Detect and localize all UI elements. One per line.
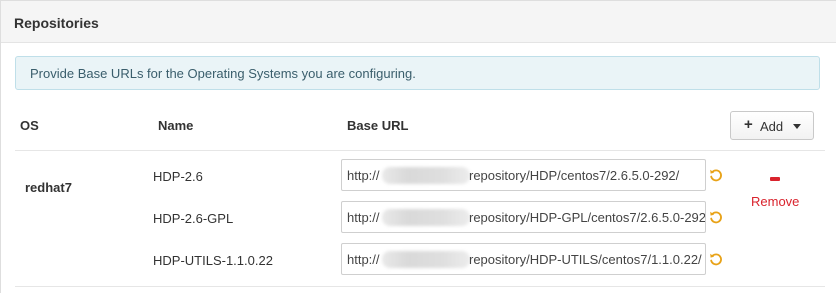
repositories-panel: Repositories Provide Base URLs for the O… [0, 0, 836, 293]
repo-name: HDP-2.6-GPL [153, 211, 234, 226]
undo-icon[interactable] [709, 168, 723, 182]
column-header-name: Name [158, 118, 194, 133]
redacted-host [382, 209, 470, 226]
url-path: repository/HDP-UTILS/centos7/1.1.0.22/ [469, 252, 702, 267]
repo-name: HDP-UTILS-1.1.0.22 [153, 253, 273, 268]
url-prefix: http:// [347, 252, 380, 267]
caret-down-icon [793, 124, 801, 129]
url-path: repository/HDP-GPL/centos7/2.6.5.0-292/ [469, 210, 706, 225]
column-header-base-url: Base URL [347, 118, 409, 133]
column-header-os: OS [20, 118, 39, 133]
os-name: redhat7 [25, 180, 72, 195]
table-divider [15, 150, 825, 151]
add-os-button[interactable]: + Add [730, 111, 814, 140]
alert-text: Provide Base URLs for the Operating Syst… [30, 66, 416, 81]
panel-title: Repositories [14, 15, 99, 31]
redacted-host [382, 167, 470, 184]
repo-name: HDP-2.6 [153, 169, 203, 184]
base-url-input[interactable]: http:// repository/HDP/centos7/2.6.5.0-2… [341, 159, 706, 191]
plus-icon: + [744, 116, 753, 133]
url-prefix: http:// [347, 168, 380, 183]
undo-icon[interactable] [709, 252, 723, 266]
base-url-input[interactable]: http:// repository/HDP-UTILS/centos7/1.1… [341, 243, 706, 275]
info-alert: Provide Base URLs for the Operating Syst… [15, 56, 820, 90]
redacted-host [382, 251, 470, 268]
minus-icon[interactable] [770, 177, 780, 181]
undo-icon[interactable] [709, 210, 723, 224]
table-divider [15, 286, 825, 287]
add-button-label: Add [760, 119, 784, 134]
url-prefix: http:// [347, 210, 380, 225]
url-path: repository/HDP/centos7/2.6.5.0-292/ [469, 168, 680, 183]
panel-heading: Repositories [1, 1, 836, 43]
base-url-input[interactable]: http:// repository/HDP-GPL/centos7/2.6.5… [341, 201, 706, 233]
remove-os-link[interactable]: Remove [751, 194, 799, 209]
